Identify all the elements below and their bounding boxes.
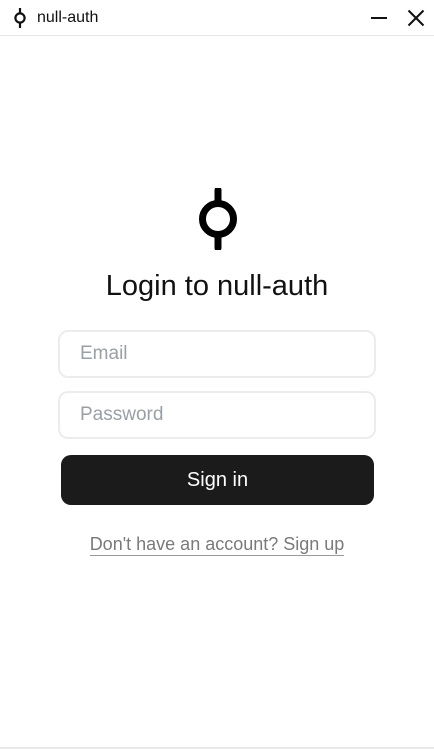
- close-button[interactable]: [402, 4, 430, 32]
- email-field[interactable]: [58, 330, 376, 378]
- close-icon: [407, 9, 425, 27]
- window-title: null-auth: [37, 9, 99, 26]
- password-field[interactable]: [58, 391, 376, 439]
- title-bar: null-auth: [0, 0, 434, 36]
- page-title: Login to null-auth: [105, 270, 329, 302]
- sign-up-link[interactable]: Don't have an account? Sign up: [89, 534, 345, 556]
- null-auth-logo-icon: [199, 188, 237, 250]
- app-window: null-auth Login to null-auth Sign in Don…: [0, 0, 434, 749]
- minimize-button[interactable]: [365, 4, 393, 32]
- sign-in-button[interactable]: Sign in: [61, 455, 374, 505]
- minimize-icon: [371, 17, 387, 19]
- signup-link-container: Don't have an account? Sign up: [0, 533, 434, 556]
- login-form: Login to null-auth Sign in Don't have an…: [0, 36, 434, 746]
- null-auth-logo-icon: [14, 8, 26, 28]
